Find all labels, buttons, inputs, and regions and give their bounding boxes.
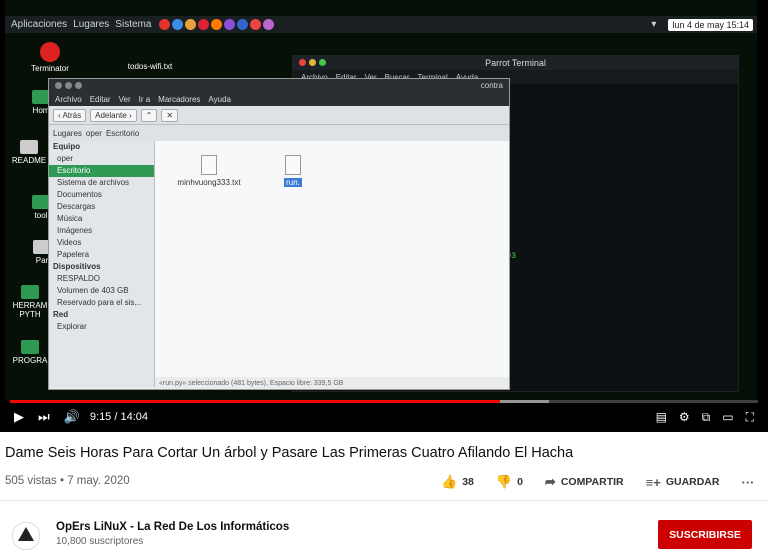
theater-icon[interactable]: ▭: [722, 410, 733, 424]
fm-statusbar: «run.py» seleccionado (481 bytes), Espac…: [159, 380, 344, 387]
play-icon[interactable]: ▶: [14, 409, 24, 425]
system-menu: Sistema: [115, 19, 152, 30]
fm-sidebar-item: Equipo: [53, 142, 81, 151]
played-bar: [10, 400, 500, 403]
divider: [0, 500, 768, 501]
subscribe-button[interactable]: SUSCRIBIRSE: [658, 520, 752, 549]
video-actions: 👍 38 👎 0 ➦ COMPARTIR ≡+ GUARDAR ···: [441, 474, 768, 490]
fm-titlebar: contra: [49, 79, 509, 93]
volume-icon[interactable]: 🔊: [64, 409, 80, 425]
save-button[interactable]: ≡+ GUARDAR: [646, 475, 720, 490]
fm-pathbar: Lugares oper Escritorio: [49, 125, 509, 142]
like-button[interactable]: 👍 38: [441, 474, 474, 490]
fm-toolbar: ‹ Atrás Adelante › ⌃ ✕: [49, 106, 509, 125]
fm-sidebar-item: Imágenes: [57, 226, 93, 235]
fullscreen-icon[interactable]: ⛶: [746, 410, 754, 425]
file-minhvuong: minhvuong333.txt: [169, 155, 249, 187]
subtitles-icon[interactable]: ▤: [656, 410, 667, 424]
player-controls: ▶ ⏭ 🔊 9:15 / 14:04 ▤ ⚙ ⧉ ▭ ⛶: [0, 404, 768, 430]
buffered-bar: [499, 400, 549, 403]
fm-sidebar-item: Escritorio: [49, 165, 154, 177]
share-icon: ➦: [544, 474, 556, 489]
thumbs-up-icon: 👍: [441, 474, 458, 489]
fm-sidebar-item: Explorar: [57, 322, 87, 331]
video-frame[interactable]: Aplicaciones Lugares Sistema ▾ lun 4 de …: [5, 0, 757, 400]
terminal-title: Parrot Terminal: [485, 58, 546, 68]
desktop-icon-todos-wifi: todos-wifi.txt: [127, 62, 173, 71]
next-icon[interactable]: ⏭: [38, 409, 50, 425]
fm-sidebar-item: Sistema de archivos: [57, 178, 130, 187]
channel-avatar[interactable]: [12, 522, 40, 550]
fm-sidebar-item: oper: [57, 154, 74, 163]
share-button[interactable]: ➦ COMPARTIR: [545, 474, 624, 490]
fm-stop-icon: ✕: [161, 108, 179, 122]
fm-sidebar: Equipo oper Escritorio Sistema de archivos D…: [49, 141, 155, 387]
fm-menubar: Archivo Editar Ver Ir a Marcadores Ayuda: [49, 93, 509, 106]
fm-file-view: minhvuong333.txt run.: [155, 141, 509, 377]
progress-bar[interactable]: [10, 400, 758, 403]
miniplayer-icon[interactable]: ⧉: [702, 410, 711, 425]
fm-sidebar-item: Volumen de 403 GB: [57, 286, 129, 295]
fm-sidebar-item: Música: [57, 214, 83, 223]
channel-name[interactable]: OpErs LiNuX - La Red De Los Informáticos: [56, 521, 289, 533]
linux-top-panel: Aplicaciones Lugares Sistema ▾ lun 4 de …: [5, 16, 757, 33]
desktop-icon-progra: PROGRA: [10, 340, 50, 365]
fm-sidebar-item: Papelera: [57, 250, 90, 259]
video-title: Dame Seis Horas Para Cortar Un árbol y P…: [5, 445, 574, 461]
terminator-icon: [40, 42, 60, 62]
places-menu: Lugares: [73, 19, 110, 30]
file-manager-window: contra Archivo Editar Ver Ir a Marcadores A…: [48, 78, 510, 390]
fm-sidebar-item: RESPALDO: [57, 274, 100, 283]
video-player[interactable]: Aplicaciones Lugares Sistema ▾ lun 4 de …: [0, 0, 768, 432]
time-display: 9:15 / 14:04: [89, 411, 148, 423]
file-run-py: run.: [273, 155, 313, 187]
desktop-icon-herram: HERRAM PYTH: [10, 285, 50, 319]
dislike-button[interactable]: 👎 0: [496, 474, 523, 490]
fm-sidebar-item: Documentos: [57, 190, 102, 199]
apps-menu: Aplicaciones: [11, 19, 68, 30]
more-actions-icon[interactable]: ···: [741, 475, 754, 490]
playlist-add-icon: ≡+: [645, 474, 661, 490]
desktop-icon-terminator: Terminator: [25, 42, 75, 73]
fm-title: contra: [480, 81, 503, 90]
panel-clock: lun 4 de may 15:14: [668, 18, 753, 31]
fm-forward-button: Adelante ›: [90, 108, 137, 122]
settings-icon[interactable]: ⚙: [679, 410, 690, 424]
channel-subscribers: 10,800 suscriptores: [56, 536, 144, 547]
terminal-titlebar: Parrot Terminal: [293, 56, 738, 70]
thumbs-down-icon: 👎: [495, 474, 513, 489]
desktop-icon-readme: README: [10, 140, 48, 165]
fm-sidebar-item: Descargas: [57, 202, 96, 211]
fm-sidebar-item: Dispositivos: [53, 262, 101, 271]
fm-sidebar-item: Red: [53, 310, 69, 319]
network-icon: ▾: [651, 19, 657, 30]
fm-up-icon: ⌃: [140, 108, 158, 122]
fm-back-button: ‹ Atrás: [53, 108, 87, 122]
fm-sidebar-item: Videos: [57, 238, 82, 247]
fm-sidebar-item: Reservado para el sis...: [57, 298, 142, 307]
panel-launchers: [159, 19, 275, 30]
video-meta: 505 vistas • 7 may. 2020: [5, 475, 130, 487]
